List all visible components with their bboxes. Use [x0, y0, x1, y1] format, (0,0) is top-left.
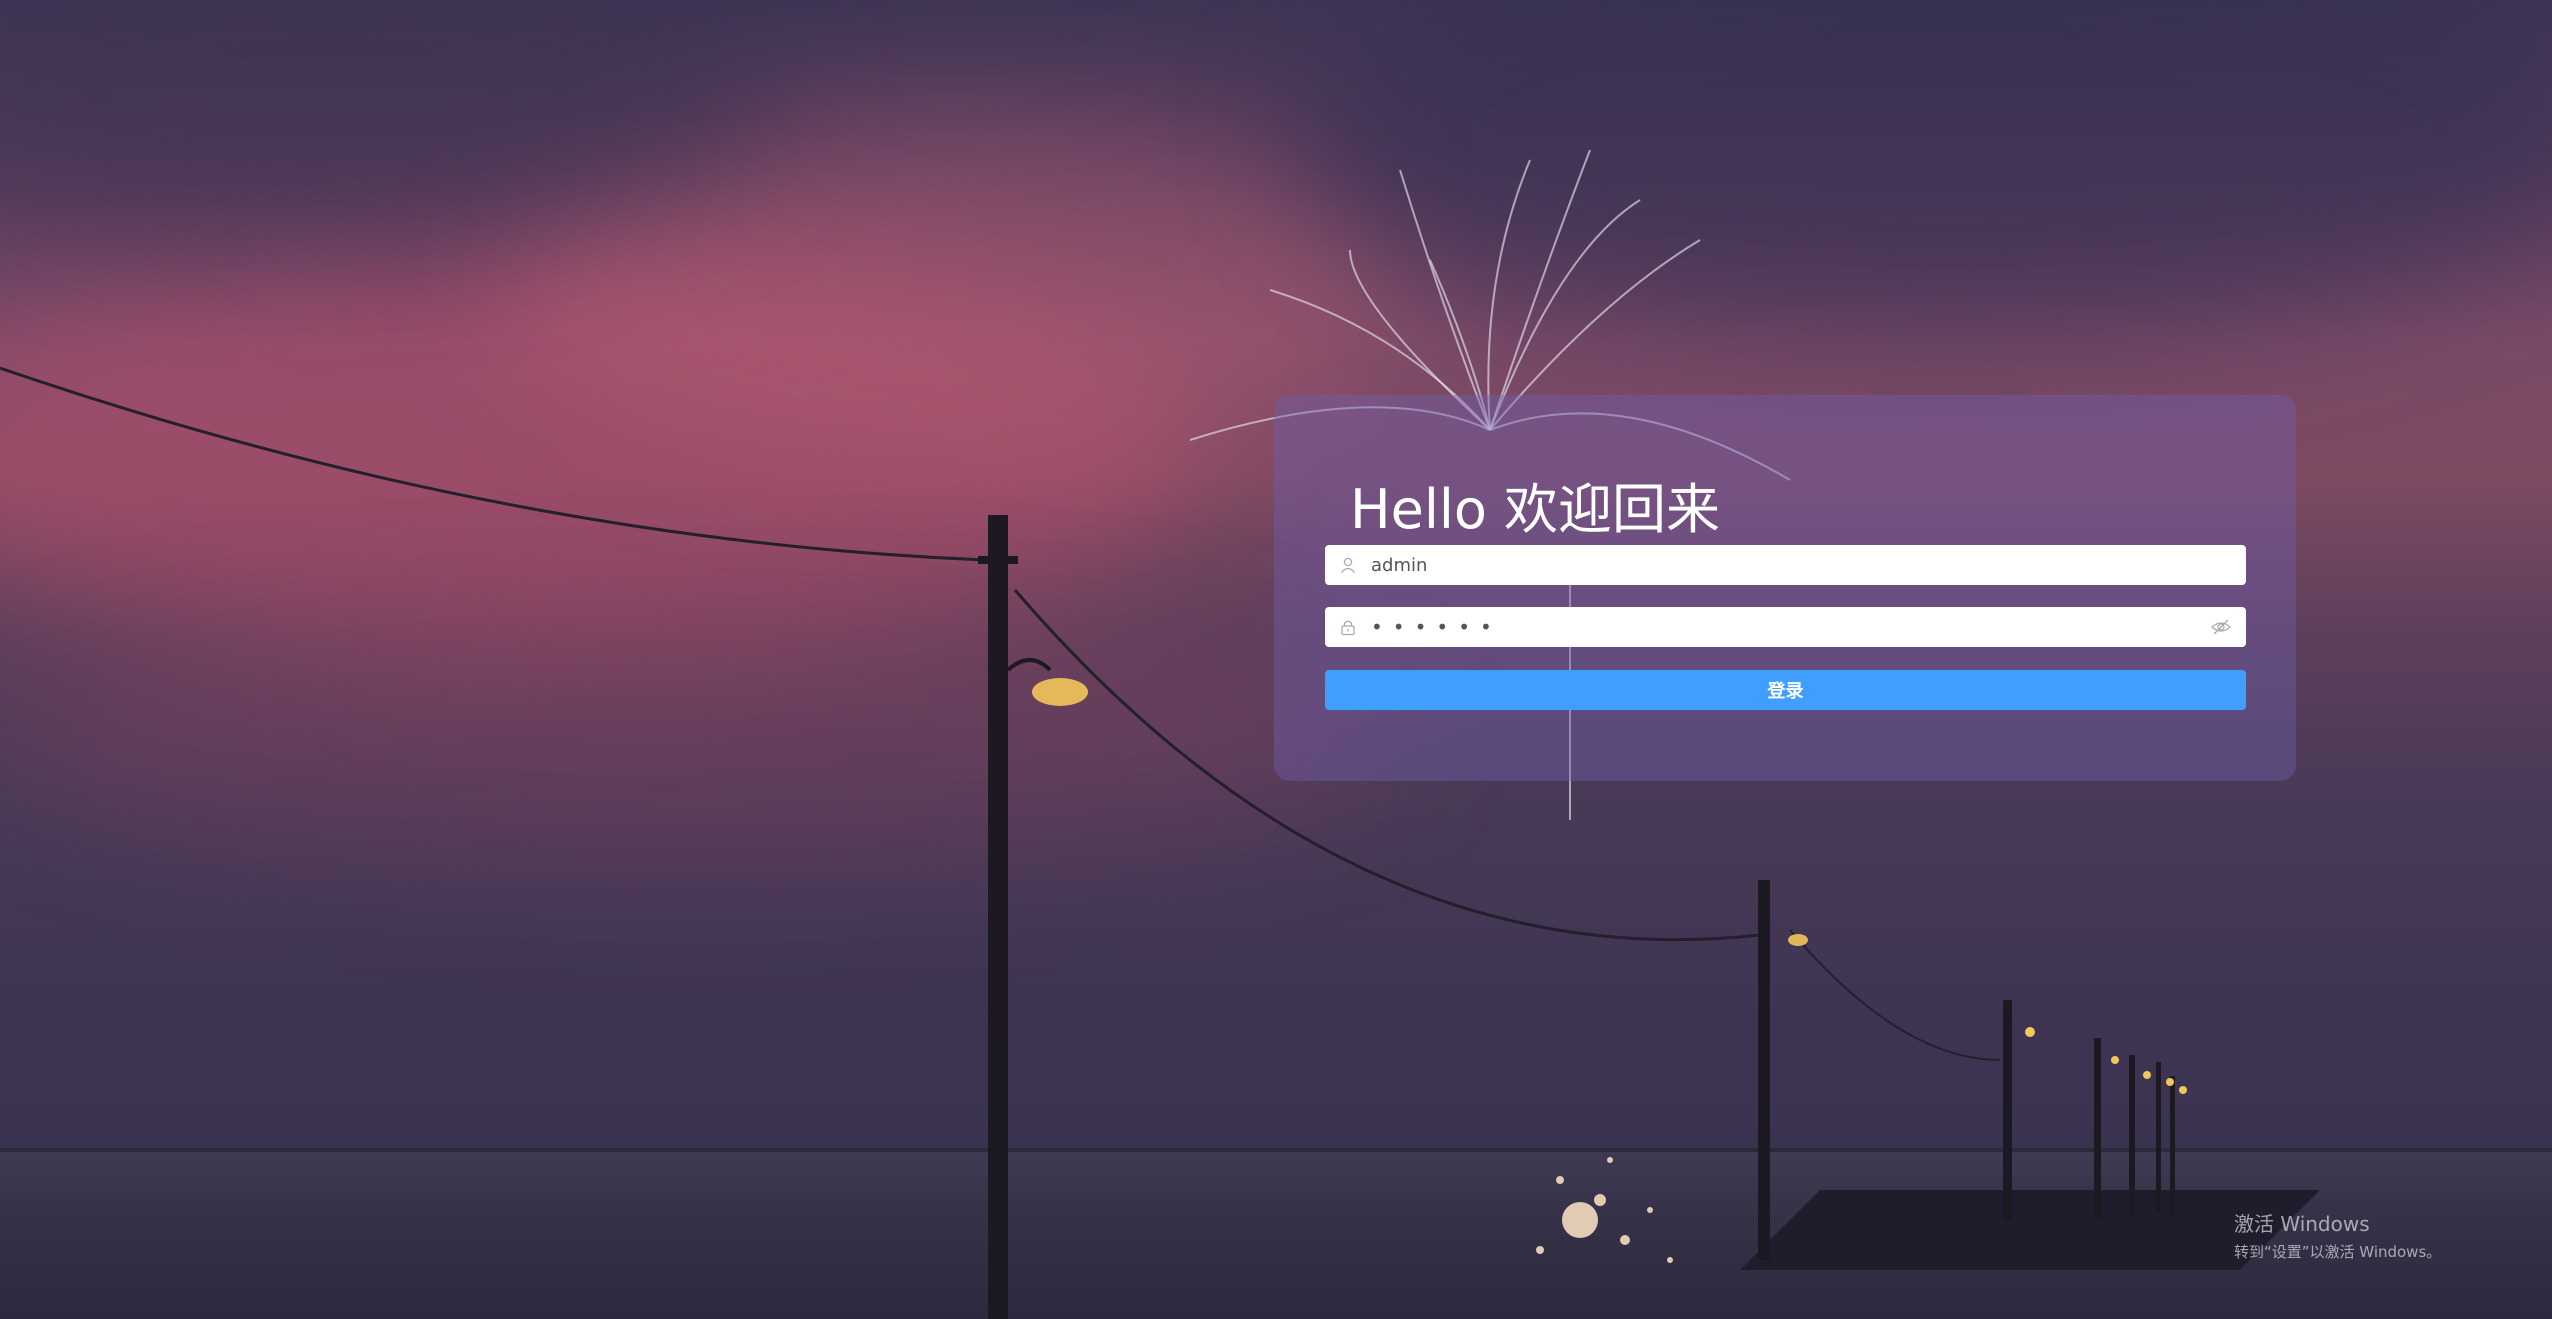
lamp-glow-3	[2025, 1027, 2035, 1037]
pole-4	[2094, 1038, 2101, 1218]
username-field[interactable]	[1325, 545, 2246, 585]
login-button[interactable]: 登录	[1325, 670, 2246, 710]
lamp-glow-7	[2179, 1086, 2187, 1094]
lamp-glow-4	[2111, 1056, 2119, 1064]
watermark-title: 激活 Windows	[2234, 1212, 2370, 1236]
password-field[interactable]: ••••••	[1325, 607, 2246, 647]
pole-5	[2129, 1055, 2135, 1215]
pole-6	[2156, 1062, 2161, 1212]
power-line-left	[0, 366, 986, 562]
password-input[interactable]: ••••••	[1371, 607, 2210, 647]
lamp-glow-5	[2143, 1071, 2151, 1079]
pole-1	[988, 515, 1008, 1319]
pole-2	[1758, 880, 1770, 1260]
lamp-glow-1	[1032, 678, 1088, 706]
sparks	[1536, 1157, 1673, 1263]
background-scene: Hello 欢迎回来 •••••• 登录 激活 Windows	[0, 0, 2552, 1319]
pole-3	[2003, 1000, 2012, 1220]
lock-icon	[1341, 620, 1355, 636]
pole-1-crossbar	[978, 556, 1018, 564]
user-icon	[1340, 557, 1356, 573]
lamp-glow-6	[2166, 1078, 2174, 1086]
lamp-arm-1	[1006, 658, 1052, 672]
login-card: Hello 欢迎回来 •••••• 登录	[1274, 395, 2296, 781]
windows-activation-watermark: 激活 Windows 转到“设置”以激活 Windows。	[2234, 1208, 2441, 1262]
lamp-glow-2	[1788, 934, 1808, 946]
power-line-right	[1789, 929, 2001, 1061]
username-input[interactable]	[1371, 545, 2232, 585]
login-title: Hello 欢迎回来	[1350, 478, 1721, 541]
watermark-subtitle: 转到“设置”以激活 Windows。	[2234, 1243, 2442, 1261]
eye-off-icon[interactable]	[2210, 616, 2232, 638]
pole-7	[2170, 1076, 2175, 1216]
